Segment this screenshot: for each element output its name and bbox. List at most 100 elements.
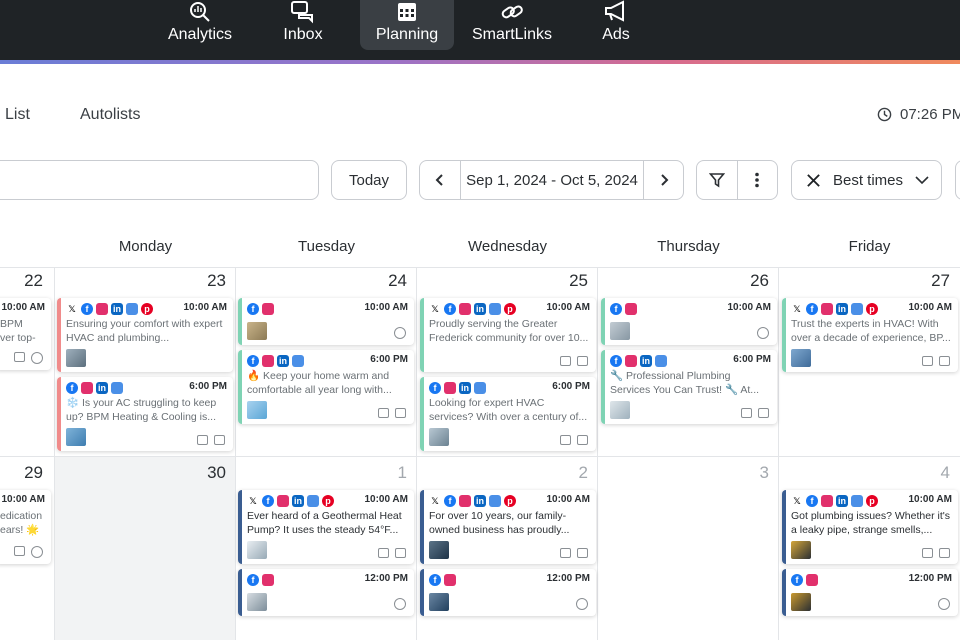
facebook-icon: f — [247, 303, 259, 315]
filter-group — [696, 160, 778, 200]
date-range-label[interactable]: Sep 1, 2024 - Oct 5, 2024 — [461, 161, 643, 199]
post-thumbnail — [429, 541, 449, 559]
post-actions — [922, 548, 950, 558]
nav-analytics[interactable]: Analytics — [160, 0, 240, 50]
x-twitter-icon — [807, 173, 820, 187]
search-input[interactable] — [0, 160, 319, 200]
post-card[interactable]: f in 6:00 PM ❄️ Is your AC struggling to… — [57, 377, 233, 451]
nav-planning[interactable]: Planning — [360, 0, 454, 50]
post-card[interactable]: f 12:00 PM — [420, 569, 596, 616]
post-actions — [757, 327, 769, 339]
clock-icon — [877, 107, 892, 122]
post-card[interactable]: 𝕏 f in p 10:00 AM Got plumbing issues? W… — [782, 490, 958, 564]
x-icon: 𝕏 — [791, 303, 803, 315]
post-actions — [378, 548, 406, 558]
post-card[interactable]: f 12:00 PM — [782, 569, 958, 616]
instagram-icon — [81, 382, 93, 394]
extra-toolbar-button[interactable] — [955, 160, 960, 200]
post-actions — [197, 435, 225, 445]
nav-inbox[interactable]: Inbox — [272, 0, 334, 50]
post-card[interactable]: 𝕏 f in p 10:00 AM For over 10 years, our… — [420, 490, 596, 564]
post-time: 10:00 AM — [727, 302, 771, 313]
linkedin-icon: in — [459, 382, 471, 394]
network-icons: f — [791, 574, 818, 586]
post-card[interactable]: f 12:00 PM — [238, 569, 414, 616]
network-icons: f in — [247, 355, 304, 367]
post-thumbnail — [791, 349, 811, 367]
post-time: 6:00 PM — [552, 381, 590, 392]
filter-button[interactable] — [697, 161, 737, 199]
nav-ads[interactable]: Ads — [596, 0, 636, 50]
post-card[interactable]: 𝕏 f in p 10:00 AM Ever heard of a Geothe… — [238, 490, 414, 564]
best-times-dropdown[interactable]: Best times — [791, 160, 942, 200]
facebook-icon: f — [610, 355, 622, 367]
more-options-button[interactable] — [737, 161, 777, 199]
instagram-icon — [459, 303, 471, 315]
instagram-icon — [821, 303, 833, 315]
post-actions — [378, 408, 406, 418]
chevron-down-icon — [915, 176, 929, 185]
next-button[interactable] — [644, 161, 683, 199]
post-thumbnail — [429, 428, 449, 446]
network-icons: 𝕏 f in p — [429, 303, 516, 315]
post-card[interactable]: 𝕏 f in p 10:00 AM Proudly serving the Gr… — [420, 298, 596, 372]
status-bar — [57, 298, 61, 372]
post-text: Trust the experts in HVAC! With over a d… — [791, 318, 951, 344]
x-icon: 𝕏 — [429, 303, 441, 315]
nav-label: Inbox — [283, 26, 323, 43]
list-icon — [395, 548, 406, 558]
instagram-icon — [625, 303, 637, 315]
status-bar — [238, 490, 242, 564]
network-icons: 𝕏 f in p — [247, 495, 334, 507]
post-card[interactable]: 𝕏 f in p 10:00 AM Trust the experts in H… — [782, 298, 958, 372]
nav-label: Analytics — [167, 26, 233, 43]
pinterest-icon: p — [866, 495, 878, 507]
google-business-icon — [489, 495, 501, 507]
post-card[interactable]: f in 6:00 PM Looking for expert HVAC ser… — [420, 377, 596, 451]
post-card[interactable]: 10:00 AM BPM ver top- — [0, 298, 51, 370]
list-icon — [577, 435, 588, 445]
post-thumbnail — [610, 401, 630, 419]
post-card[interactable]: 10:00 AM edication ears! 🌟 — [0, 490, 51, 564]
tab-list[interactable]: List — [5, 106, 30, 124]
edit-icon — [31, 352, 43, 364]
post-card[interactable]: f 10:00 AM — [601, 298, 777, 345]
post-actions — [938, 598, 950, 610]
x-icon: 𝕏 — [429, 495, 441, 507]
post-card[interactable]: f in 6:00 PM 🔥 Keep your home warm and c… — [238, 350, 414, 424]
day-number: 30 — [207, 463, 226, 482]
google-business-icon — [111, 382, 123, 394]
facebook-icon: f — [429, 574, 441, 586]
nav-smartlinks[interactable]: SmartLinks — [470, 0, 554, 50]
instagram-icon — [262, 355, 274, 367]
tab-autolists[interactable]: Autolists — [80, 106, 140, 124]
today-button[interactable]: Today — [331, 160, 407, 200]
edit-icon — [757, 327, 769, 339]
post-actions — [560, 548, 588, 558]
post-time: 6:00 PM — [733, 354, 771, 365]
status-bar — [420, 377, 424, 451]
analytics-icon — [190, 2, 210, 22]
brand-gradient-bar — [0, 60, 960, 64]
list-icon — [939, 548, 950, 558]
post-time: 10:00 AM — [364, 494, 408, 505]
post-time: 10:00 AM — [1, 494, 45, 505]
post-thumbnail — [247, 541, 267, 559]
facebook-icon: f — [444, 303, 456, 315]
network-icons: f — [429, 574, 456, 586]
post-card[interactable]: 𝕏 f in p 10:00 AM Ensuring your comfort … — [57, 298, 233, 372]
day-number: 23 — [207, 271, 226, 290]
prev-button[interactable] — [420, 161, 460, 199]
nav-label: Planning — [375, 26, 439, 43]
post-time: 10:00 AM — [364, 302, 408, 313]
inbox-icon — [291, 1, 313, 24]
facebook-icon: f — [247, 355, 259, 367]
network-icons: 𝕏 f in p — [791, 495, 878, 507]
post-card[interactable]: f in 6:00 PM 🔧 Professional Plumbing Ser… — [601, 350, 777, 424]
post-time: 10:00 AM — [908, 302, 952, 313]
grid-line — [597, 267, 598, 640]
post-text: For over 10 years, our family-owned busi… — [429, 510, 570, 536]
post-thumbnail — [610, 322, 630, 340]
post-card[interactable]: f 10:00 AM — [238, 298, 414, 345]
list-icon — [214, 435, 225, 445]
